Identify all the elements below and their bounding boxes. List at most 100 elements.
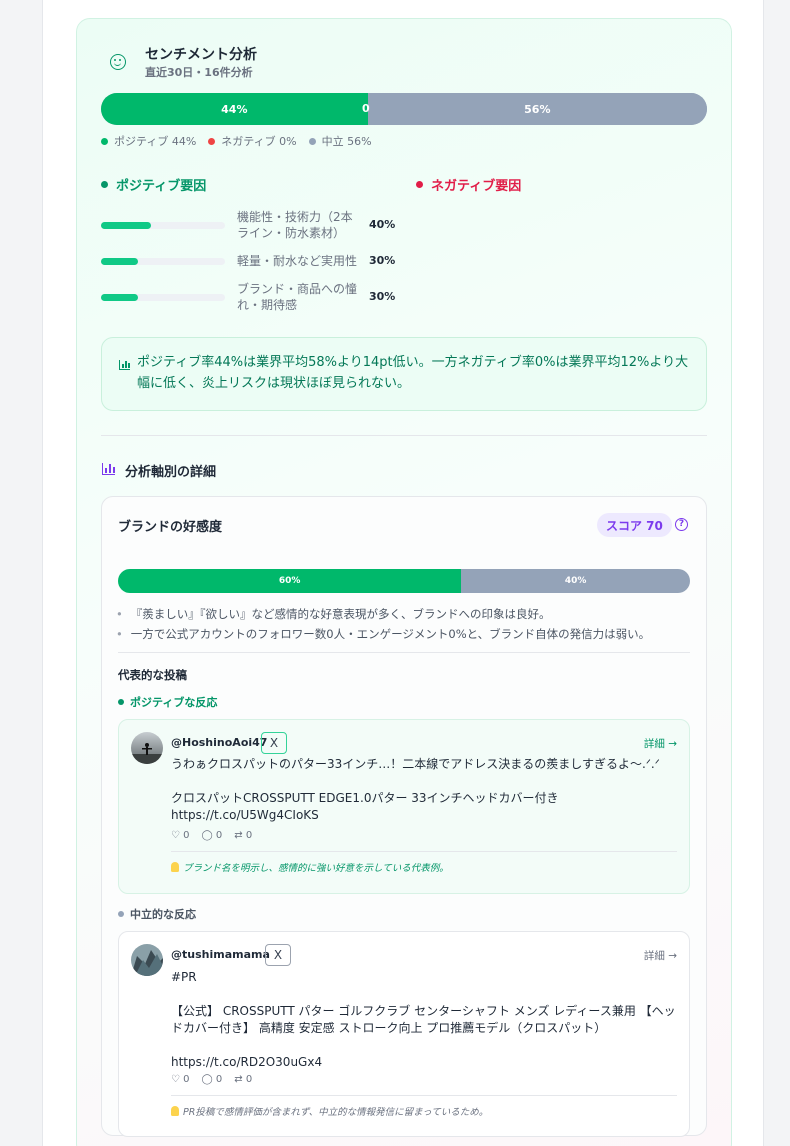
legend-neutral: 中立 56% [308, 133, 372, 149]
page-panel: センチメント分析 直近30日・16件分析 44% 0 56% ポジティブ 44%… [42, 0, 764, 1146]
sentiment-card: センチメント分析 直近30日・16件分析 44% 0 56% ポジティブ 44%… [76, 18, 732, 1146]
likes-count: 0 [183, 1074, 190, 1085]
positive-dot-icon [101, 181, 108, 188]
factor-row: 機能性・技術力（2本ライン・防水素材） 40% [101, 209, 395, 241]
negative-segment-label: 0 [361, 102, 370, 115]
reposts-stat: ⇄ 0 [234, 1074, 252, 1085]
neutral-reaction-text: 中立的な反応 [130, 908, 196, 921]
post-card[interactable]: @HoshinoAoi47 X 詳細 → うわぁクロスパットのパター33インチ…… [118, 719, 690, 894]
factor-label: 軽量・耐水など実用性 [237, 254, 358, 268]
legend-positive-label: ポジティブ 44% [114, 135, 197, 148]
factor-track [101, 257, 225, 265]
representative-posts-title: 代表的な投稿 [118, 668, 187, 682]
positive-reaction-label: ポジティブな反応 [118, 694, 217, 710]
legend-positive: ポジティブ 44% [101, 133, 196, 149]
axis-section-title: 分析軸別の詳細 [125, 465, 217, 480]
negative-dot-icon [208, 137, 216, 145]
bar-chart-icon [119, 360, 130, 370]
post-card[interactable]: @tushimamama X 詳細 → #PR 【公式】 CROSSPUTT パ… [118, 931, 690, 1137]
factor-pct: 30% [369, 290, 396, 303]
positive-reaction-text: ポジティブな反応 [130, 696, 218, 709]
bullet-item: 『羨ましい』『欲しい』など感情的な好意表現が多く、ブランドへの印象は良好。 [116, 604, 650, 624]
negative-factors-heading: ネガティブ要因 [416, 175, 521, 194]
help-icon[interactable]: ? [675, 518, 688, 531]
detail-link[interactable]: 詳細 → [644, 948, 677, 963]
positive-factors-title: ポジティブ要因 [116, 179, 207, 194]
score-badge: スコア 70 [597, 513, 672, 537]
neutral-segment: 56% [367, 93, 707, 125]
insight-text: ポジティブ率44%は業界平均58%より14pt低い。一方ネガティブ率0%は業界平… [137, 355, 689, 391]
post-stats: ♡ 0 ◯ 0 ⇄ 0 [171, 1074, 252, 1085]
platform-badge: X [261, 732, 287, 754]
factor-fill [101, 257, 138, 265]
neutral-dot-icon [308, 137, 316, 145]
comments-stat: ◯ 0 [202, 830, 223, 841]
likes-count: 0 [183, 830, 190, 841]
neutral-dot-icon [118, 911, 124, 917]
legend-negative-label: ネガティブ 0% [221, 135, 297, 148]
positive-segment: 44% 0 [101, 93, 370, 125]
factor-track [101, 293, 225, 301]
insight-box: ポジティブ率44%は業界平均58%より14pt低い。一方ネガティブ率0%は業界平… [101, 337, 707, 411]
negative-dot-icon [416, 181, 423, 188]
factor-label: ブランド・商品への憧れ・期待感 [237, 282, 358, 312]
factor-fill [101, 221, 151, 229]
repost-icon: ⇄ [234, 830, 243, 841]
post-text: #PR 【公式】 CROSSPUTT パター ゴルフクラブ センターシャフト メ… [171, 970, 676, 1069]
sentiment-bar: 44% 0 56% [101, 93, 707, 125]
reposts-count: 0 [245, 830, 253, 841]
sentiment-legend: ポジティブ 44% ネガティブ 0% 中立 56% [101, 133, 372, 149]
favorability-bar: 60% 40% [118, 569, 690, 593]
sentiment-subtitle: 直近30日・16件分析 [145, 66, 253, 79]
heart-icon: ♡ [171, 1074, 180, 1085]
favorability-neutral-segment: 40% [461, 569, 690, 593]
neutral-segment-label: 56% [524, 102, 551, 116]
repost-icon: ⇄ [234, 1074, 243, 1085]
card-divider [118, 652, 690, 653]
post-stats: ♡ 0 ◯ 0 ⇄ 0 [171, 830, 252, 841]
axis-card-title: ブランドの好感度 [118, 520, 223, 535]
legend-negative: ネガティブ 0% [208, 133, 297, 149]
positive-factors-heading: ポジティブ要因 [101, 175, 206, 194]
positive-dot-icon [101, 137, 108, 145]
factor-row: ブランド・商品への憧れ・期待感 30% [101, 281, 395, 313]
bullet-item: 一方で公式アカウントのフォロワー数0人・エンゲージメント0%と、ブランド自体の発… [116, 624, 650, 644]
comments-count: 0 [215, 1074, 223, 1085]
factor-label: 機能性・技術力（2本ライン・防水素材） [237, 210, 353, 240]
comment-icon: ◯ [201, 830, 213, 841]
lightbulb-icon [171, 862, 179, 872]
likes-stat: ♡ 0 [171, 1074, 190, 1085]
comments-count: 0 [215, 830, 223, 841]
section-divider [101, 435, 707, 436]
factor-track [101, 221, 225, 229]
reposts-count: 0 [245, 1074, 253, 1085]
likes-stat: ♡ 0 [171, 830, 190, 841]
positive-dot-icon [118, 699, 124, 705]
avatar[interactable] [131, 944, 163, 976]
favorability-bullets: 『羨ましい』『欲しい』など感情的な好意表現が多く、ブランドへの印象は良好。 一方… [116, 604, 650, 644]
smile-icon [110, 54, 126, 70]
detail-link[interactable]: 詳細 → [644, 736, 677, 751]
favorability-positive-segment: 60% [118, 569, 462, 593]
avatar[interactable] [131, 732, 163, 764]
legend-neutral-label: 中立 56% [321, 135, 372, 148]
sentiment-title: センチメント分析 [145, 47, 257, 63]
comment-icon: ◯ [201, 1074, 213, 1085]
comments-stat: ◯ 0 [202, 1074, 223, 1085]
post-text: うわぁクロスパットのパター33インチ…！二本線でアドレス決まるの羨ましすぎるよ〜… [171, 757, 660, 822]
reposts-stat: ⇄ 0 [234, 830, 252, 841]
positive-segment-label: 44% [221, 102, 248, 116]
factor-row: 軽量・耐水など実用性 30% [101, 253, 395, 269]
platform-badge: X [265, 944, 291, 966]
factor-fill [101, 293, 138, 301]
post-handle[interactable]: @tushimamama [171, 948, 270, 961]
post-note-text: PR投稿で感情評価が含まれず、中立的な情報発信に留まっているため。 [183, 1107, 489, 1118]
post-note-text: ブランド名を明示し、感情的に強い好意を示している代表例。 [183, 863, 449, 874]
post-note: ブランド名を明示し、感情的に強い好意を示している代表例。 [171, 860, 449, 874]
factor-pct: 40% [369, 218, 396, 231]
post-divider [171, 851, 677, 852]
neutral-reaction-label: 中立的な反応 [118, 906, 196, 922]
factor-pct: 30% [369, 254, 396, 267]
post-handle[interactable]: @HoshinoAoi47 [171, 736, 267, 749]
brand-favorability-card: ブランドの好感度 スコア 70 ? 60% 40% 『羨ましい』『欲しい』など感… [101, 496, 707, 1137]
